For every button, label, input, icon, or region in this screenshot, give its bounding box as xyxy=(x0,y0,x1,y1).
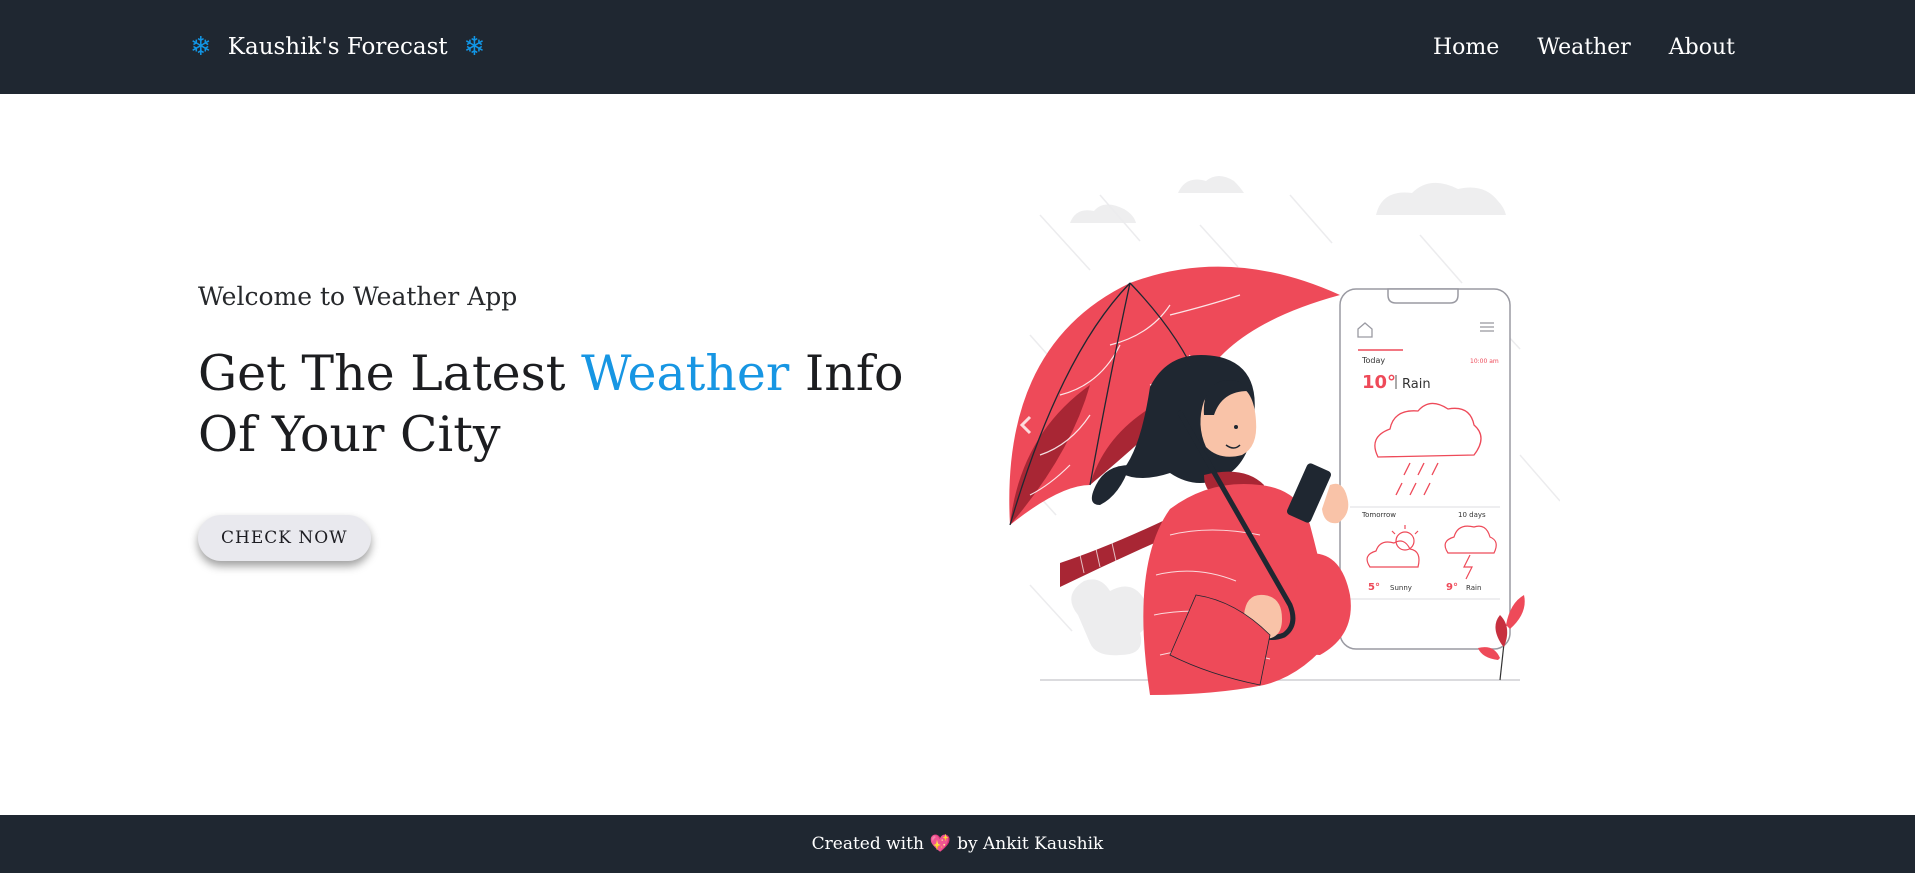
shrub-shape xyxy=(1071,579,1151,656)
footer: Created with 💖 by Ankit Kaushik xyxy=(0,815,1915,873)
illustration-svg: Today 10:00 am 10° Rain Tomorrow 10 days xyxy=(1009,176,1561,695)
footer-prefix: Created with xyxy=(811,834,924,854)
nav-links: Home Weather About xyxy=(1433,0,1735,94)
tomorrow-condition: Sunny xyxy=(1390,584,1412,592)
headline-part1: Get The Latest xyxy=(198,345,582,402)
days-label: 10 days xyxy=(1458,511,1486,519)
brand-title: Kaushik's Forecast xyxy=(227,34,448,60)
headline-accent: Weather xyxy=(581,345,790,402)
nav-link-about[interactable]: About xyxy=(1669,35,1735,60)
tomorrow-temp: 5° xyxy=(1368,582,1380,593)
nav-link-weather[interactable]: Weather xyxy=(1537,35,1631,60)
background-clouds xyxy=(1070,176,1506,223)
time-label: 10:00 am xyxy=(1470,358,1499,365)
welcome-text: Welcome to Weather App xyxy=(198,282,518,311)
snowflake-icon: ❄ xyxy=(463,32,486,62)
heart-icon: 💖 xyxy=(929,834,952,854)
nav-link-home[interactable]: Home xyxy=(1433,35,1499,60)
footer-suffix: by Ankit Kaushik xyxy=(957,834,1104,854)
check-now-button[interactable]: CHECK NOW xyxy=(198,515,371,561)
temp-today: 10° xyxy=(1362,372,1396,393)
weather-illustration: Today 10:00 am 10° Rain Tomorrow 10 days xyxy=(1000,155,1561,695)
days-temp: 9° xyxy=(1446,582,1458,593)
hero-section: Welcome to Weather App Get The Latest We… xyxy=(198,282,958,561)
phone-mockup: Today 10:00 am 10° Rain Tomorrow 10 days xyxy=(1339,288,1511,650)
brand[interactable]: ❄ Kaushik's Forecast ❄ xyxy=(190,0,485,94)
today-label: Today xyxy=(1361,356,1385,365)
days-condition: Rain xyxy=(1466,584,1481,592)
hero-headline: Get The Latest Weather Info Of Your City xyxy=(198,343,958,465)
condition-today: Rain xyxy=(1402,377,1431,392)
snowflake-icon: ❄ xyxy=(190,32,212,62)
navbar: ❄ Kaushik's Forecast ❄ Home Weather Abou… xyxy=(0,0,1915,94)
tomorrow-label: Tomorrow xyxy=(1361,511,1396,519)
